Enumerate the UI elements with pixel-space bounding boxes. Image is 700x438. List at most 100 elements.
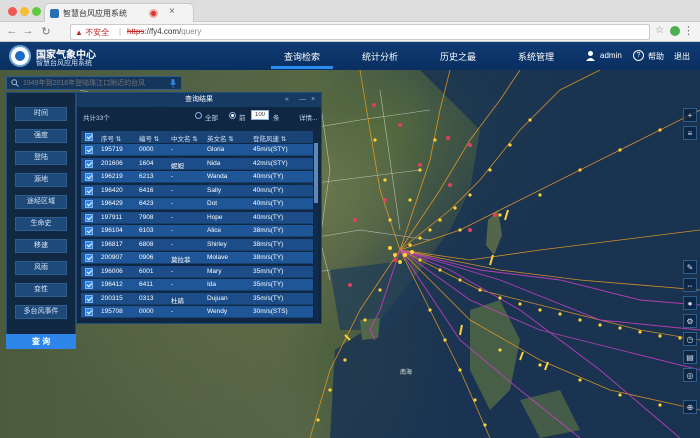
col-en-name[interactable]: 英文名 ⇅: [207, 133, 234, 143]
filter-origin[interactable]: 源地: [15, 173, 67, 187]
table-row[interactable]: 196006 6001 - Mary 35m/s(TY): [81, 265, 313, 278]
table-row[interactable]: 196219 6213 - Wanda 40m/s(TY): [81, 171, 313, 183]
select-all-checkbox[interactable]: [85, 133, 93, 141]
nav-query[interactable]: 查询检索: [284, 50, 320, 63]
row-checkbox[interactable]: [85, 240, 93, 249]
nav-admin[interactable]: 系统管理: [518, 50, 554, 63]
user-icon: [586, 51, 595, 61]
row-checkbox[interactable]: [85, 227, 93, 235]
forward-icon[interactable]: →: [22, 25, 34, 37]
row-checkbox[interactable]: [85, 213, 93, 222]
filter-lifespan[interactable]: 生命史: [15, 217, 67, 231]
compass-icon[interactable]: ⊕: [683, 400, 697, 414]
time-icon[interactable]: ◷: [683, 332, 697, 346]
cell-seq: 197911: [101, 213, 123, 221]
scroll-thumb[interactable]: [314, 143, 318, 203]
bookmark-star-icon[interactable]: ☆: [655, 25, 664, 36]
nav-statistics[interactable]: 统计分析: [362, 50, 398, 63]
reload-icon[interactable]: ↻: [40, 25, 52, 38]
radio-top-n[interactable]: [229, 112, 236, 119]
results-scrollbar[interactable]: [314, 143, 318, 321]
row-checkbox[interactable]: [85, 200, 93, 208]
row-checkbox[interactable]: [85, 173, 93, 181]
cell-en-name: Dot: [207, 200, 218, 207]
table-row[interactable]: 196817 6808 - Shirley 38m/s(TY): [81, 238, 313, 251]
help-icon[interactable]: ?: [633, 50, 644, 61]
pin-icon[interactable]: ●: [683, 296, 697, 310]
layers-icon[interactable]: ≡: [683, 126, 697, 140]
microphone-icon[interactable]: [170, 79, 176, 88]
table-row[interactable]: 201606 1604 妮妲 Nida 42m/s(STY): [81, 157, 313, 170]
back-icon[interactable]: ←: [6, 25, 18, 37]
col-cn-name[interactable]: 中文名 ⇅: [171, 133, 198, 143]
filter-time[interactable]: 时间: [15, 107, 67, 121]
top-n-input[interactable]: [251, 110, 269, 120]
table-row[interactable]: 200907 0906 莫拉菲 Molave 38m/s(TY): [81, 252, 313, 264]
settings-icon[interactable]: ⚙: [683, 314, 697, 328]
browser-menu-icon[interactable]: ⋮: [683, 24, 694, 37]
col-seq[interactable]: 序号 ⇅: [101, 133, 121, 143]
table-row[interactable]: 196429 6423 - Dot 40m/s(TY): [81, 198, 313, 210]
user-name[interactable]: admin: [600, 51, 622, 60]
row-checkbox[interactable]: [85, 159, 93, 168]
target-icon[interactable]: ◎: [683, 368, 697, 382]
maximize-window-button[interactable]: [32, 7, 41, 16]
help-link[interactable]: 帮助: [648, 51, 664, 62]
table-row[interactable]: 195708 0000 - Wendy 30m/s(STS): [81, 306, 313, 318]
table-row[interactable]: 196412 6411 - Ida 35m/s(TY): [81, 279, 313, 291]
row-checkbox[interactable]: [85, 267, 93, 276]
table-row[interactable]: 200315 0313 杜鹃 Dujuan 35m/s(TY): [81, 292, 313, 305]
chart-icon[interactable]: ▤: [683, 350, 697, 364]
collapse-icon[interactable]: «: [285, 96, 289, 103]
filter-multi-event[interactable]: 多台风事件: [15, 305, 67, 319]
url-field[interactable]: ▲ 不安全 | https://fy4.com/query: [70, 24, 650, 40]
cell-code: 6808: [139, 240, 154, 248]
cell-cn-name: -: [171, 200, 174, 207]
col-code[interactable]: 编号 ⇅: [139, 133, 159, 143]
filter-transition[interactable]: 变性: [15, 283, 67, 297]
table-row[interactable]: 196104 6103 - Alice 38m/s(TY): [81, 225, 313, 237]
cell-code: 0000: [139, 308, 154, 315]
edit-icon[interactable]: ✎: [683, 260, 697, 274]
close-window-button[interactable]: [8, 7, 17, 16]
browser-tab[interactable]: 智慧台风应用系统 ×: [44, 3, 194, 22]
cell-en-name: Wanda: [207, 173, 228, 180]
cell-wind: 40m/s(TY): [253, 186, 284, 194]
query-button[interactable]: 查 询: [6, 334, 76, 349]
row-checkbox[interactable]: [85, 294, 93, 303]
search-input[interactable]: [23, 78, 163, 89]
minimize-window-button[interactable]: [20, 7, 29, 16]
filter-intensity[interactable]: 强度: [15, 129, 67, 143]
close-tab-icon[interactable]: ×: [169, 6, 175, 17]
cell-en-name: Molave: [207, 254, 228, 261]
row-checkbox[interactable]: [85, 146, 93, 154]
detail-link[interactable]: 详情...: [299, 112, 317, 122]
cell-cn-name: 妮妲: [171, 162, 184, 170]
cell-code: 6001: [139, 267, 154, 275]
extension-icon[interactable]: [670, 26, 680, 36]
table-row[interactable]: 197911 7908 - Hope 40m/s(TY): [81, 211, 313, 224]
filter-region[interactable]: 途经区域: [15, 195, 67, 209]
col-wind[interactable]: 登陆风速 ⇅: [253, 133, 286, 143]
close-icon[interactable]: ×: [311, 96, 315, 103]
minimize-icon[interactable]: —: [299, 96, 306, 103]
measure-icon[interactable]: ⇔: [683, 278, 697, 292]
radio-all[interactable]: [195, 112, 202, 119]
nav-history[interactable]: 历史之最: [440, 50, 476, 63]
radio-top-label: 前: [239, 115, 246, 122]
cell-wind: 40m/s(TY): [253, 173, 284, 180]
row-checkbox[interactable]: [85, 281, 93, 289]
filter-landfall[interactable]: 登陆: [15, 151, 67, 165]
table-row[interactable]: 196420 6416 - Sally 40m/s(TY): [81, 184, 313, 197]
filter-wind-rain[interactable]: 风雨: [15, 261, 67, 275]
zoom-in-button[interactable]: +: [683, 108, 697, 122]
row-checkbox[interactable]: [85, 186, 93, 195]
row-checkbox[interactable]: [85, 308, 93, 316]
logout-link[interactable]: 退出: [674, 51, 690, 62]
row-checkbox[interactable]: [85, 254, 93, 262]
table-row[interactable]: 195719 0000 - Gloria 45m/s(STY): [81, 144, 313, 156]
cell-seq: 195719: [101, 146, 123, 153]
filter-speed[interactable]: 移速: [15, 239, 67, 253]
cell-en-name: Shirley: [207, 240, 227, 248]
address-bar: ← → ↻ ▲ 不安全 | https://fy4.com/query ☆ ⋮: [0, 22, 700, 42]
